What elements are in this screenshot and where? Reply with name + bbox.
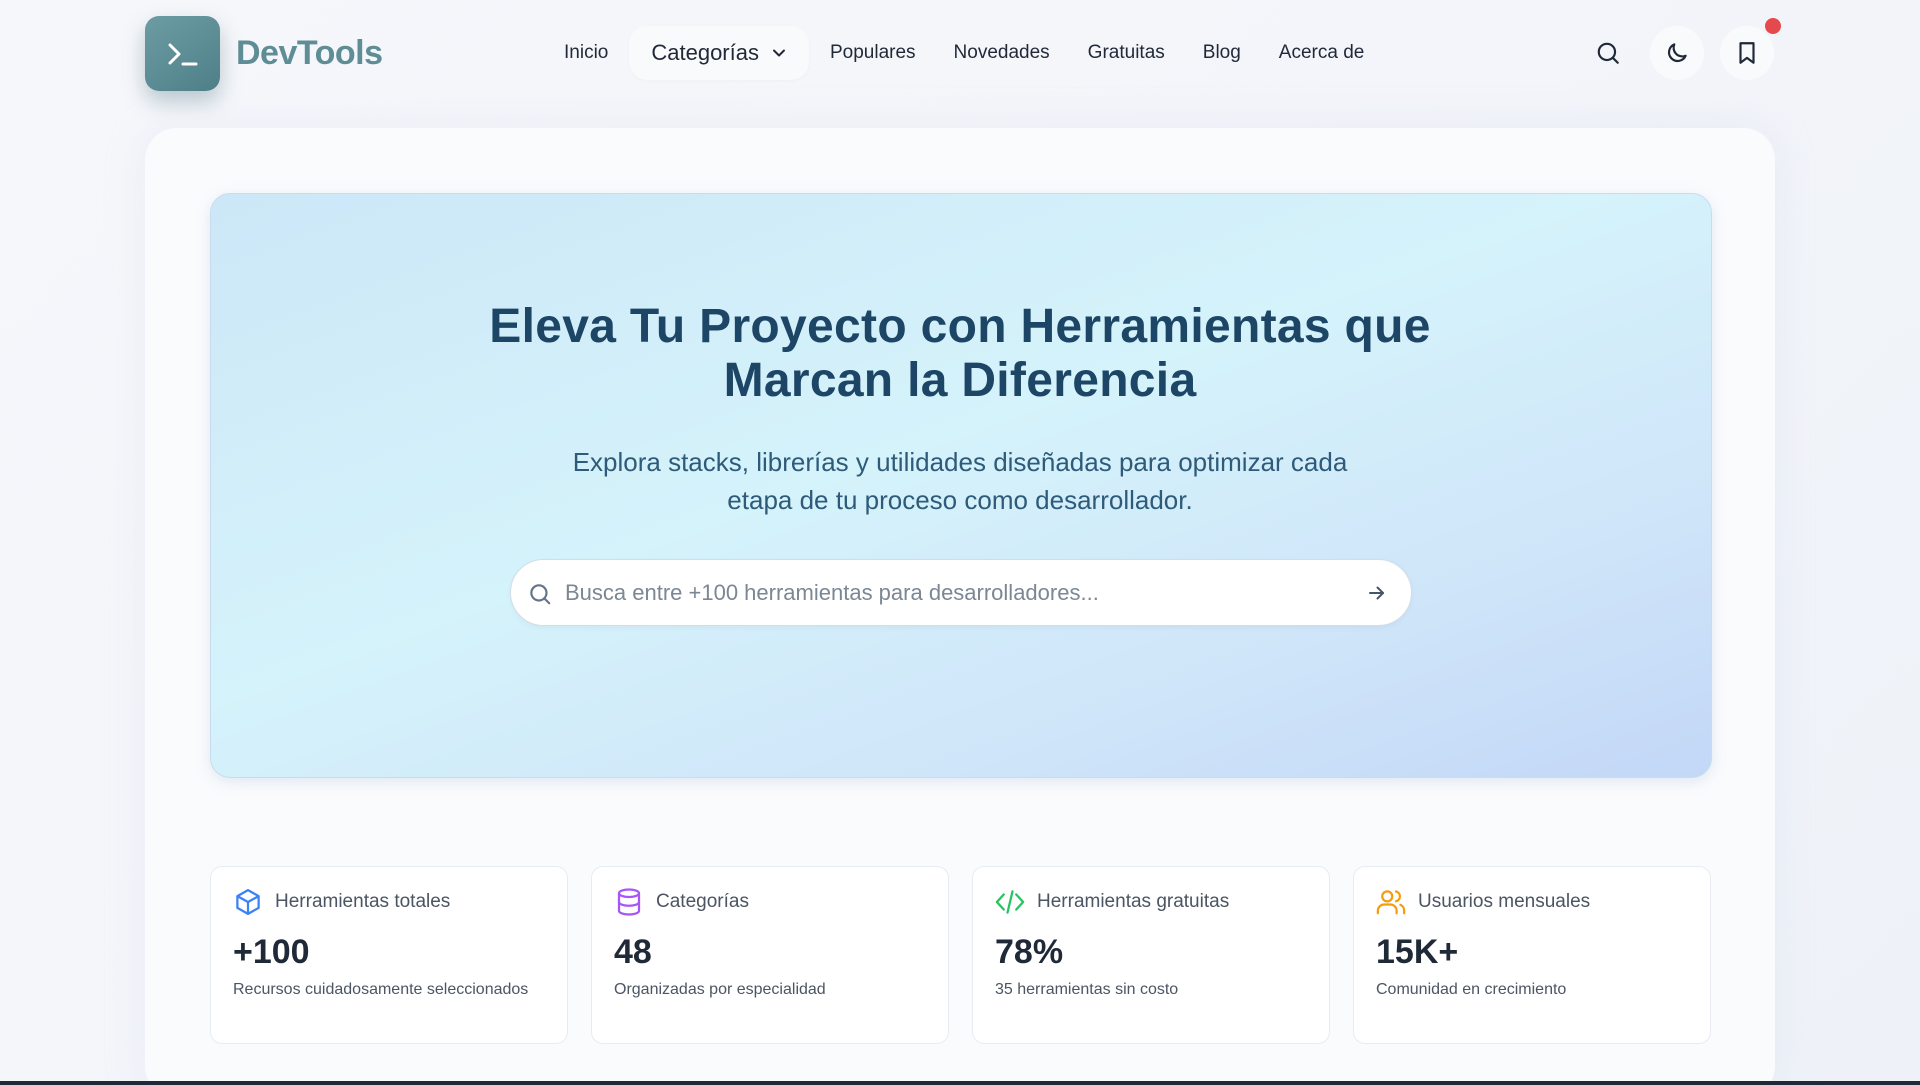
nav-item-populares[interactable]: Populares	[811, 26, 935, 80]
nav-item-categorias[interactable]: Categorías	[629, 26, 809, 80]
nav-item-blog[interactable]: Blog	[1184, 26, 1260, 80]
brand-name: DevTools	[236, 34, 383, 72]
stat-description: Organizadas por especialidad	[614, 981, 826, 998]
stat-description: 35 herramientas sin costo	[995, 981, 1179, 998]
stat-label: Herramientas totales	[275, 891, 451, 912]
box-icon	[236, 889, 260, 915]
nav-item-inicio[interactable]: Inicio	[545, 26, 627, 80]
bookmark-icon	[1739, 42, 1755, 64]
stat-card-free-tools: Herramientas gratuitas 78% 35 herramient…	[972, 866, 1330, 1044]
notification-dot	[1765, 18, 1781, 34]
hero-title-line: Eleva Tu Proyecto con Herramientas que	[489, 300, 1431, 353]
hero-title: Eleva Tu Proyecto con Herramientas que M…	[0, 300, 1920, 408]
stat-value: 48	[614, 933, 652, 971]
database-icon	[617, 888, 641, 916]
search-icon	[1597, 42, 1619, 64]
bookmarks-button[interactable]	[1720, 26, 1774, 80]
users-icon	[1376, 890, 1406, 915]
stat-card-monthly-users: Usuarios mensuales 15K+ Comunidad en cre…	[1353, 866, 1711, 1044]
stat-value: 78%	[995, 933, 1064, 971]
chevron-down-icon	[772, 49, 785, 57]
stat-value: +100	[233, 933, 310, 971]
header: DevTools Inicio Categorías Populares Nov…	[0, 0, 1920, 108]
stat-value: 15K+	[1376, 933, 1459, 971]
hero-subtitle-line: etapa de tu proceso como desarrollador.	[727, 485, 1193, 515]
search-button[interactable]	[1581, 26, 1635, 80]
search-input[interactable]	[565, 560, 1325, 625]
arrow-right-icon[interactable]	[1365, 581, 1389, 605]
bottom-divider	[0, 1081, 1920, 1085]
stat-label: Usuarios mensuales	[1418, 891, 1591, 912]
nav-item-novedades[interactable]: Novedades	[935, 26, 1069, 80]
search-icon	[530, 584, 551, 605]
code-icon	[995, 890, 1025, 914]
nav-item-gratuitas[interactable]: Gratuitas	[1069, 26, 1184, 80]
hero-subtitle-line: Explora stacks, librerías y utilidades d…	[572, 447, 1348, 477]
hero-title-line: Marcan la Diferencia	[723, 354, 1197, 407]
stat-description: Comunidad en crecimiento	[1376, 981, 1567, 998]
terminal-icon	[145, 16, 220, 91]
stat-description: Recursos cuidadosamente seleccionados	[233, 981, 529, 998]
moon-icon	[1667, 43, 1687, 63]
nav-item-acerca-de[interactable]: Acerca de	[1260, 26, 1384, 80]
stat-card-categories: Categorías 48 Organizadas por especialid…	[591, 866, 949, 1044]
stat-card-total-tools: Herramientas totales +100 Recursos cuida…	[210, 866, 568, 1044]
theme-toggle-button[interactable]	[1650, 26, 1704, 80]
hero-search-bar	[510, 559, 1412, 626]
stat-label: Categorías	[656, 891, 749, 912]
nav-item-label: Categorías	[651, 40, 759, 65]
hero-subtitle: Explora stacks, librerías y utilidades d…	[0, 443, 1920, 519]
brand-logo[interactable]: DevTools	[145, 16, 383, 91]
main-nav: Inicio Categorías Populares Novedades Gr…	[545, 26, 1383, 80]
stat-label: Herramientas gratuitas	[1037, 891, 1230, 912]
